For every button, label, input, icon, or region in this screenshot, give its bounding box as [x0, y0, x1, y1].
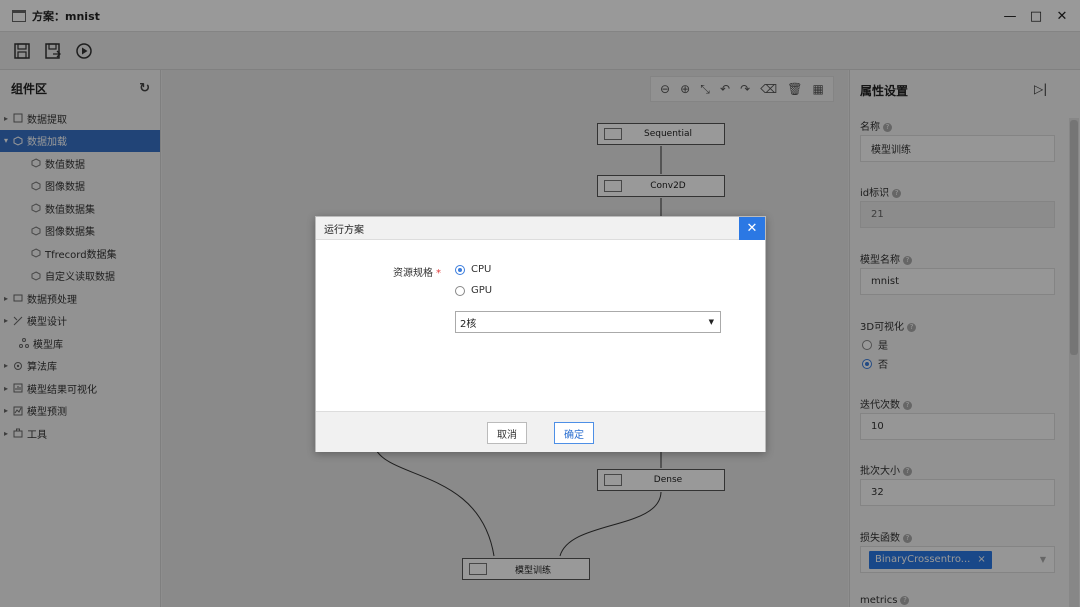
dialog-header: 运行方案 ✕ — [316, 217, 765, 240]
resource-spec-label: 资源规格 * — [393, 268, 441, 279]
dialog-footer: 取消 确定 — [316, 411, 765, 452]
radio-checked-icon — [455, 264, 465, 275]
cpu-radio[interactable]: CPU — [455, 264, 491, 275]
cores-value: 2核 — [460, 318, 477, 330]
radio-icon — [455, 285, 465, 296]
cores-select[interactable]: 2核 ▼ — [455, 311, 721, 333]
required-mark: * — [436, 268, 441, 279]
run-plan-dialog: 运行方案 ✕ 资源规格 * CPU GPU 2核 ▼ 取消 确定 — [315, 216, 766, 452]
chevron-down-icon: ▼ — [708, 318, 714, 326]
dialog-title: 运行方案 — [324, 224, 364, 236]
confirm-button[interactable]: 确定 — [554, 422, 594, 444]
cancel-button[interactable]: 取消 — [487, 422, 527, 444]
close-icon: ✕ — [746, 221, 758, 236]
gpu-radio[interactable]: GPU — [455, 285, 492, 296]
dialog-close-button[interactable]: ✕ — [739, 217, 765, 240]
